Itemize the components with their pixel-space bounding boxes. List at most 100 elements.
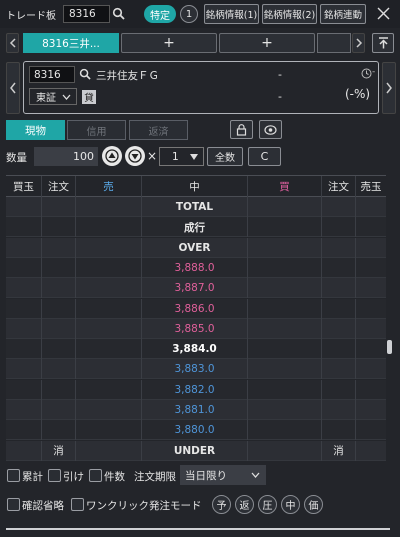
stock-info-1-button[interactable]: 銘柄情報(1) [204, 4, 259, 24]
buy-qty-cell[interactable] [248, 197, 322, 217]
sell-position-cell[interactable] [356, 420, 386, 440]
all-quantity-button[interactable]: 全数 [207, 147, 243, 166]
specific-account-badge[interactable]: 特定 [144, 5, 176, 23]
sell-qty-cell[interactable] [76, 339, 142, 360]
buy-order-cell[interactable] [42, 318, 76, 339]
buy-order-cell[interactable] [42, 197, 76, 217]
sell-position-cell[interactable] [356, 238, 386, 258]
sell-qty-cell[interactable] [76, 440, 142, 461]
sell-position-cell[interactable] [356, 380, 386, 400]
sell-qty-cell[interactable] [76, 298, 142, 319]
stock-next-button[interactable] [382, 62, 396, 114]
one-click-checkbox[interactable] [71, 498, 84, 511]
sell-position-cell[interactable] [356, 359, 386, 379]
buy-position-cell[interactable] [6, 420, 42, 441]
buy-qty-cell[interactable] [248, 359, 322, 380]
buy-order-cell[interactable] [42, 298, 76, 319]
add-stock-tab-button-2[interactable]: + [219, 33, 315, 53]
pin-top-button[interactable] [372, 33, 394, 53]
buy-order-cell[interactable] [42, 217, 76, 238]
search-icon[interactable] [112, 7, 125, 23]
sell-qty-cell[interactable] [76, 420, 142, 441]
tab-cash[interactable]: 現物 [6, 120, 65, 140]
sell-qty-cell[interactable] [76, 217, 142, 238]
buy-position-cell[interactable] [6, 400, 42, 420]
buy-qty-cell[interactable] [248, 400, 322, 420]
skip-confirm-checkbox[interactable] [7, 498, 20, 511]
buy-position-cell[interactable] [6, 359, 42, 380]
sell-order-cell[interactable] [322, 257, 356, 278]
buy-position-cell[interactable] [6, 379, 42, 400]
price-cell[interactable]: 3,880.0 [142, 420, 248, 441]
board-scrollbar[interactable] [387, 197, 395, 459]
buy-order-cell[interactable] [42, 278, 76, 299]
sell-order-cell[interactable] [322, 298, 356, 319]
sell-position-cell[interactable] [356, 299, 386, 319]
sell-position-cell[interactable] [356, 441, 386, 461]
buy-position-cell[interactable] [6, 197, 42, 217]
buy-position-cell[interactable] [6, 278, 42, 299]
buy-order-cell[interactable] [42, 379, 76, 400]
buy-position-cell[interactable] [6, 217, 42, 238]
price-cell[interactable]: TOTAL [142, 197, 248, 217]
stock-link-button[interactable]: 銘柄連動 [320, 4, 366, 24]
buy-qty-cell[interactable] [248, 379, 322, 400]
buy-order-cell[interactable] [42, 400, 76, 420]
price-cell[interactable]: OVER [142, 237, 248, 258]
sell-order-cell[interactable] [322, 379, 356, 400]
sell-qty-cell[interactable] [76, 318, 142, 339]
price-cell[interactable]: 3,883.0 [142, 359, 248, 380]
sell-qty-cell[interactable] [76, 237, 142, 258]
settings-button[interactable] [259, 120, 282, 139]
clear-button[interactable]: C [248, 147, 281, 166]
sell-qty-cell[interactable] [76, 257, 142, 278]
buy-order-cell[interactable] [42, 339, 76, 360]
buy-position-cell[interactable] [6, 318, 42, 339]
sell-qty-cell[interactable] [76, 379, 142, 400]
price-cell[interactable]: 3,886.0 [142, 298, 248, 319]
price-cell[interactable]: 3,887.0 [142, 278, 248, 299]
sell-position-cell[interactable] [356, 258, 386, 278]
stock-tab-active[interactable]: 8316三井... [23, 33, 119, 53]
compress-button[interactable]: 圧 [258, 495, 277, 514]
stock-tab-empty[interactable] [317, 33, 351, 53]
close-checkbox[interactable] [48, 469, 61, 482]
buy-order-cell[interactable]: 消 [42, 440, 76, 461]
sell-qty-cell[interactable] [76, 278, 142, 299]
stock-info-2-button[interactable]: 銘柄情報(2) [262, 4, 317, 24]
price-cell[interactable]: UNDER [142, 440, 248, 461]
buy-position-cell[interactable] [6, 339, 42, 360]
sell-order-cell[interactable] [322, 237, 356, 258]
sell-order-cell[interactable] [322, 197, 356, 217]
buy-order-cell[interactable] [42, 257, 76, 278]
buy-position-cell[interactable] [6, 440, 42, 461]
market-select[interactable]: 東証 [29, 88, 77, 105]
price-cell[interactable]: 3,882.0 [142, 379, 248, 400]
sell-order-cell[interactable]: 消 [322, 440, 356, 461]
buy-qty-cell[interactable] [248, 278, 322, 299]
sell-position-cell[interactable] [356, 217, 386, 237]
buy-order-cell[interactable] [42, 237, 76, 258]
price-button[interactable]: 価 [304, 495, 323, 514]
buy-qty-cell[interactable] [248, 217, 322, 238]
sell-position-cell[interactable] [356, 278, 386, 298]
stock-code-input[interactable]: 8316 [29, 66, 75, 83]
search-icon[interactable] [79, 68, 91, 83]
quantity-decrease-button[interactable] [125, 146, 145, 166]
multiplier-select[interactable]: 1 [159, 147, 204, 166]
buy-qty-cell[interactable] [248, 339, 322, 360]
price-cell[interactable]: 成行 [142, 217, 248, 238]
count-checkbox[interactable] [89, 469, 102, 482]
quantity-input[interactable]: 100 [34, 147, 98, 166]
sell-order-cell[interactable] [322, 278, 356, 299]
sell-order-cell[interactable] [322, 420, 356, 441]
buy-order-cell[interactable] [42, 420, 76, 441]
buy-position-cell[interactable] [6, 237, 42, 258]
sell-position-cell[interactable] [356, 319, 386, 339]
tab-repay[interactable]: 返済 [129, 120, 188, 140]
tabs-next-button[interactable] [352, 33, 365, 53]
buy-qty-cell[interactable] [248, 237, 322, 258]
tabs-prev-button[interactable] [6, 33, 19, 53]
sell-order-cell[interactable] [322, 339, 356, 360]
sell-position-cell[interactable] [356, 197, 386, 217]
